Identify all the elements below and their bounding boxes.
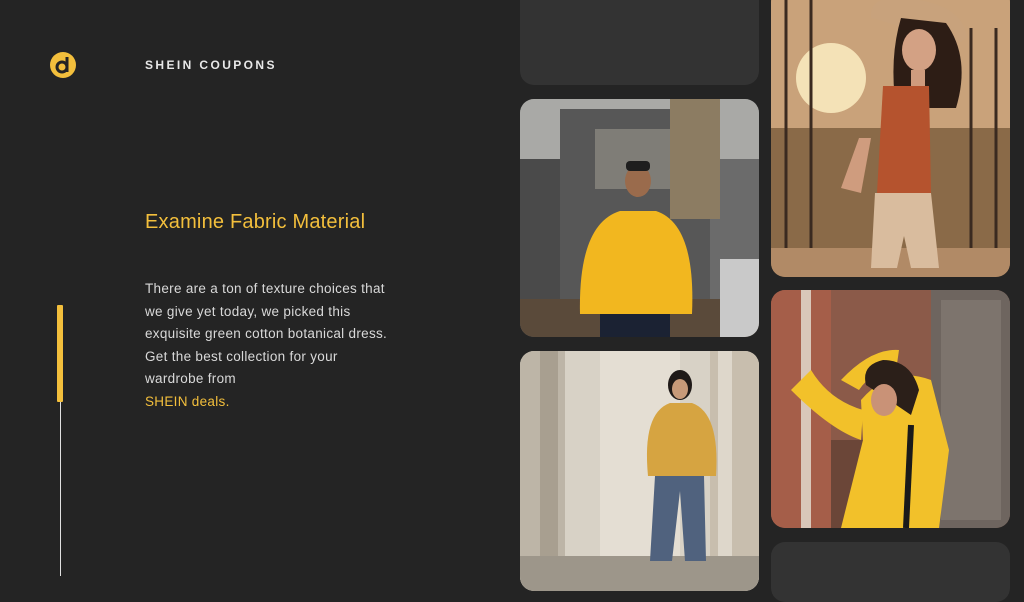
logo-icon[interactable] (50, 52, 76, 78)
accent-bar (57, 305, 63, 402)
woman-yellow-puffer-photo (520, 351, 759, 591)
paragraph-text: There are a ton of texture choices that … (145, 281, 388, 386)
shein-deals-link[interactable]: SHEIN deals. (145, 391, 395, 414)
man-yellow-hoodie-photo (520, 99, 759, 337)
timeline-line (60, 402, 61, 576)
blank-tile-top (520, 0, 759, 85)
brand-name: SHEIN COUPONS (145, 58, 277, 72)
section-paragraph: There are a ton of texture choices that … (145, 278, 395, 413)
woman-yellow-sweater-photo (771, 290, 1010, 528)
blank-tile-bottom (771, 542, 1010, 602)
woman-rust-top-photo (771, 0, 1010, 277)
section-heading: Examine Fabric Material (145, 211, 366, 233)
